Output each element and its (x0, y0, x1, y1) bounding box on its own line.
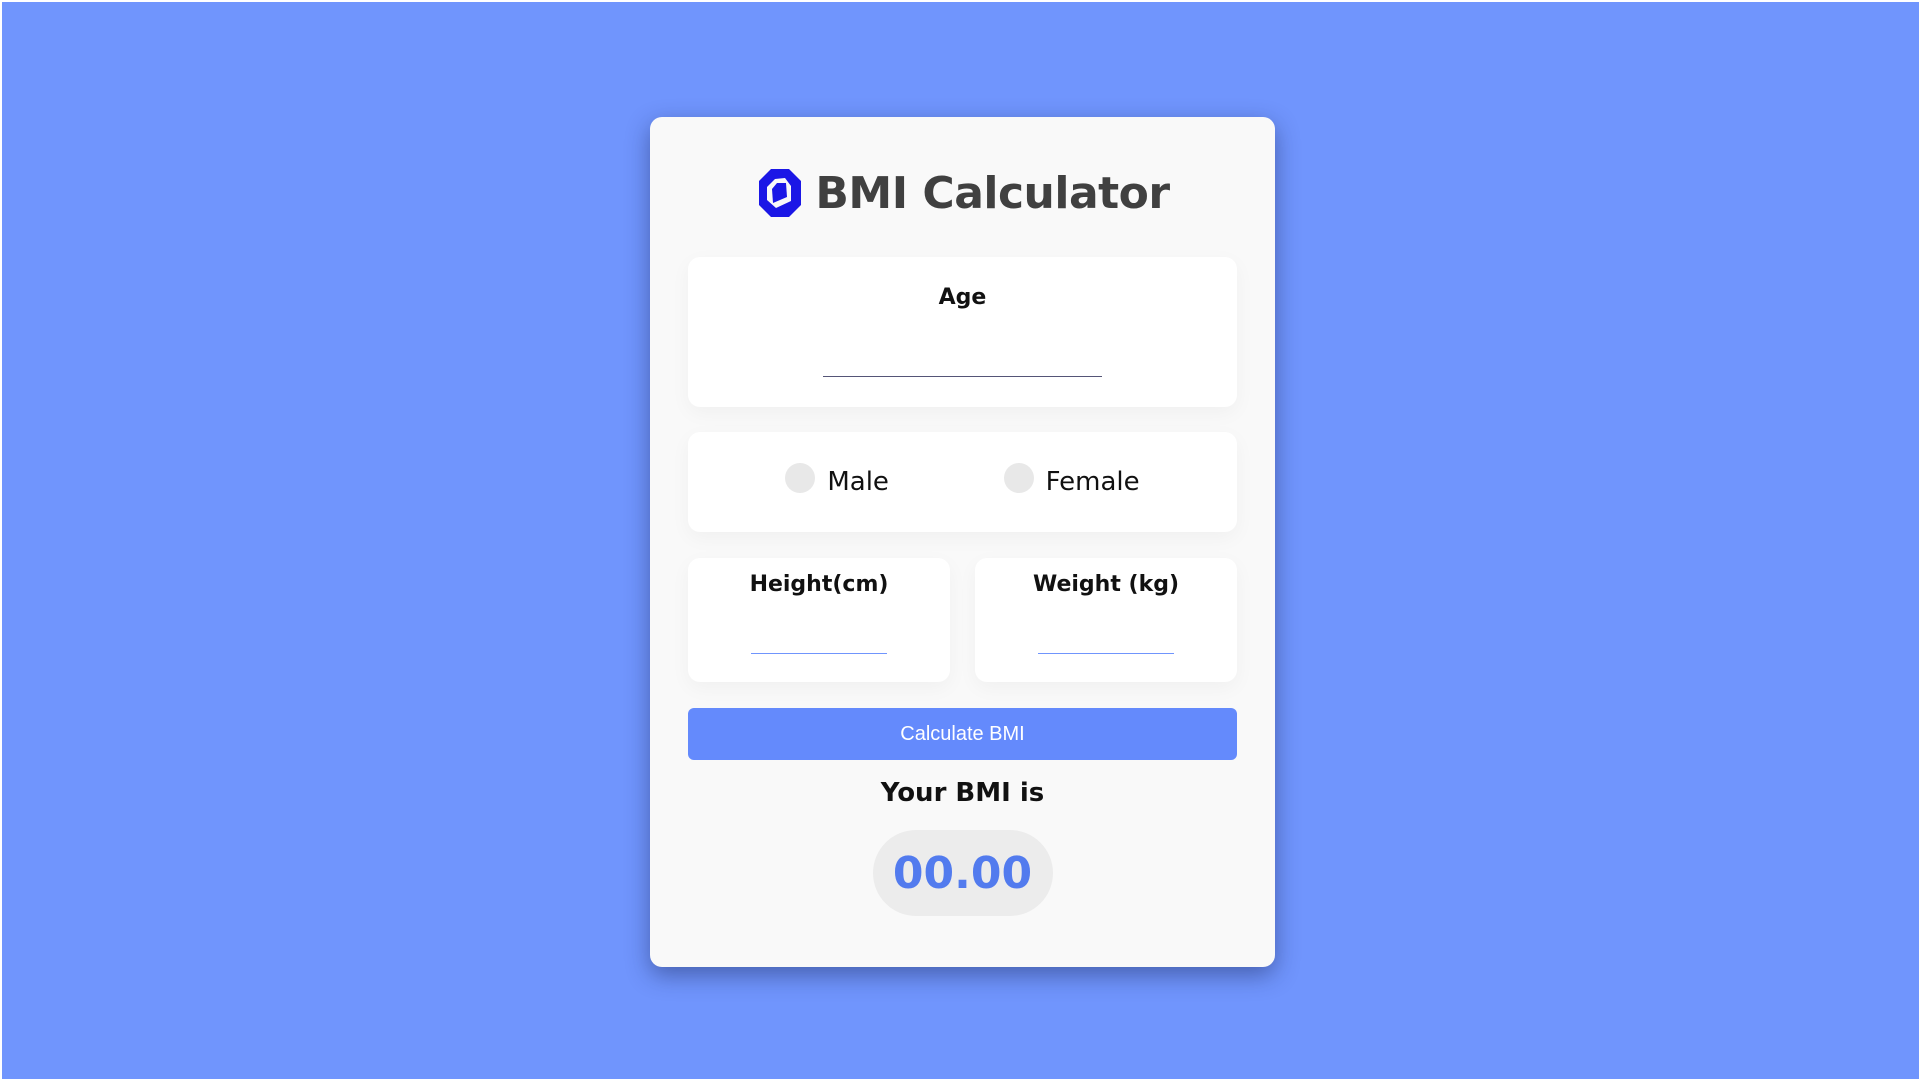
female-radio[interactable] (1003, 463, 1034, 493)
result-label: Your BMI is (880, 778, 1045, 808)
height-input[interactable] (751, 619, 887, 654)
bmi-card: BMI Calculator Age Male Female Height(cm… (650, 117, 1275, 967)
bmi-result-value: 00.00 (872, 830, 1053, 916)
app-title: BMI Calculator (815, 167, 1170, 219)
octagon-logo-icon (755, 167, 803, 219)
age-label: Age (938, 285, 987, 310)
gender-option-female[interactable]: Female (1003, 463, 1140, 497)
height-label: Height(cm) (749, 572, 889, 597)
gender-section: Male Female (688, 432, 1237, 532)
weight-section: Weight (kg) (975, 558, 1237, 682)
gender-option-male[interactable]: Male (785, 463, 889, 497)
male-label: Male (827, 467, 889, 497)
result-wrapper: 00.00 (688, 830, 1237, 916)
age-section: Age (688, 257, 1237, 407)
calculate-bmi-button[interactable]: Calculate BMI (688, 708, 1237, 760)
female-label: Female (1045, 467, 1140, 497)
page-background: BMI Calculator Age Male Female Height(cm… (2, 2, 1919, 1079)
weight-label: Weight (kg) (1032, 572, 1180, 597)
card-header: BMI Calculator (688, 117, 1237, 257)
height-section: Height(cm) (688, 558, 950, 682)
height-weight-row: Height(cm) Weight (kg) (688, 558, 1237, 682)
male-radio[interactable] (785, 463, 816, 493)
age-input[interactable] (823, 340, 1102, 377)
weight-input[interactable] (1038, 619, 1174, 654)
